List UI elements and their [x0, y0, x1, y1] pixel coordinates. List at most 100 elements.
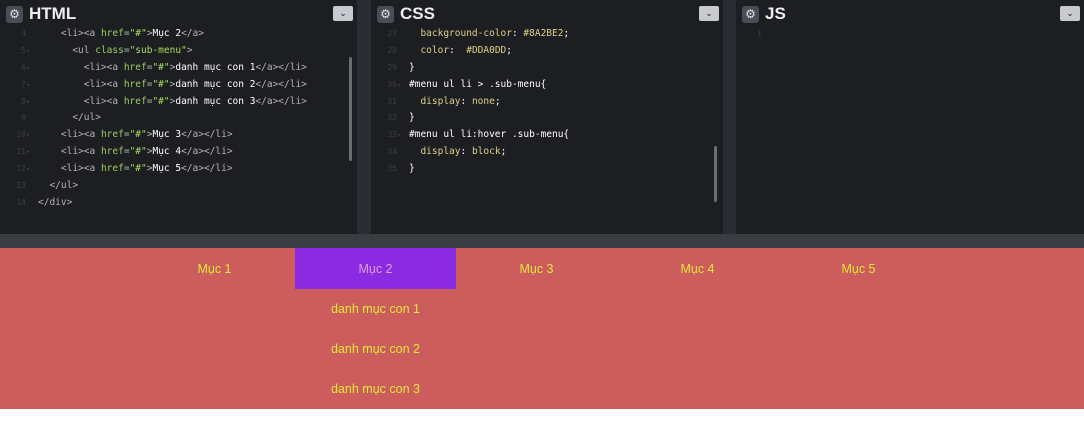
line-number: 1: [757, 29, 762, 38]
code-text: background-color: #8A2BE2;: [420, 28, 570, 39]
fold-arrow-icon: [26, 26, 38, 43]
html-code-editor[interactable]: 4 <li><a href="#">Mục 2</a> 5 ▾ <ul class=…: [0, 26, 357, 234]
html-panel: ⚙ HTML ⌄ 4 <li><a href="#">Mục 2</a> 5 ▾ <…: [0, 0, 357, 234]
line-number: 10: [16, 130, 26, 140]
line-number: 29: [387, 62, 397, 72]
js-code-editor[interactable]: 1: [736, 26, 1084, 234]
line-number: 5: [21, 45, 26, 55]
gear-icon[interactable]: ⚙: [6, 5, 23, 23]
html-scrollbar[interactable]: [349, 57, 352, 161]
chevron-down-icon[interactable]: ⌄: [333, 6, 353, 21]
menu-item-2[interactable]: Mục 2: [295, 248, 456, 289]
fold-arrow-icon: [397, 60, 409, 77]
code-text: }: [409, 112, 415, 124]
submenu-item-1[interactable]: danh mục con 1: [295, 289, 456, 329]
css-panel-title: CSS: [400, 4, 435, 23]
submenu-item-2[interactable]: danh mục con 2: [295, 329, 456, 369]
line-number: 33: [387, 130, 397, 140]
line-number: 9: [21, 113, 26, 123]
js-panel-header: ⚙ JS: [736, 0, 1084, 28]
code-text: <li><a href="#">danh mục con 2</a></li>: [83, 78, 307, 90]
line-number: 8: [21, 96, 26, 106]
line-number: 6: [21, 62, 26, 72]
fold-arrow-icon[interactable]: ▾: [26, 43, 38, 60]
resize-bar[interactable]: [0, 234, 1084, 248]
fold-arrow-icon: [26, 195, 38, 212]
code-line: 28 color: #DDA0DD;: [371, 43, 723, 60]
fold-arrow-icon: [397, 94, 409, 111]
menu-item-1[interactable]: Mục 1: [134, 248, 295, 289]
fold-arrow-icon[interactable]: ▾: [397, 127, 409, 144]
line-number: 35: [387, 164, 397, 174]
css-scrollbar[interactable]: [714, 146, 717, 202]
html-panel-title: HTML: [29, 4, 77, 23]
code-text: }: [409, 163, 415, 175]
fold-arrow-icon: [762, 26, 774, 43]
fold-arrow-icon: [26, 110, 38, 127]
menu-item-4[interactable]: Mục 4: [617, 248, 778, 289]
fold-arrow-icon: [397, 161, 409, 178]
css-panel-header: ⚙ CSS: [371, 0, 723, 28]
gear-icon[interactable]: ⚙: [377, 5, 394, 23]
code-line: 8 ▾ <li><a href="#">danh mục con 3</a></l…: [0, 94, 357, 111]
code-text: <li><a href="#">Mục 4</a></li>: [60, 146, 233, 158]
fold-arrow-icon[interactable]: ▾: [397, 77, 409, 94]
menu-item-5[interactable]: Mục 5: [778, 248, 939, 289]
line-number: 27: [387, 29, 397, 38]
code-line: 34 display: block;: [371, 144, 723, 161]
html-panel-header: ⚙ HTML: [0, 0, 357, 28]
code-line: 10 ▾ <li><a href="#">Mục 3</a></li>: [0, 127, 357, 144]
fold-arrow-icon[interactable]: ▾: [26, 144, 38, 161]
menu-item-label: Mục 3: [519, 261, 554, 276]
code-line: 32}: [371, 110, 723, 127]
fold-arrow-icon: [397, 26, 409, 43]
gear-icon[interactable]: ⚙: [742, 5, 759, 23]
code-line: 1: [736, 26, 1084, 43]
submenu-item-3[interactable]: danh mục con 3: [295, 369, 456, 409]
line-number: 11: [16, 147, 26, 157]
line-number: 12: [16, 164, 26, 174]
code-text: <li><a href="#">Mục 2</a>: [60, 28, 204, 39]
fold-arrow-icon: [397, 43, 409, 60]
line-number: 34: [387, 147, 397, 157]
line-number: 32: [387, 113, 397, 123]
menu-item-label: Mục 1: [197, 261, 232, 276]
css-panel: ⚙ CSS ⌄ 27 background-color: #8A2BE2; 28 …: [371, 0, 723, 234]
code-line: 4 <li><a href="#">Mục 2</a>: [0, 26, 357, 43]
codepen-editor: ⚙ HTML ⌄ 4 <li><a href="#">Mục 2</a> 5 ▾ <…: [0, 0, 1084, 446]
chevron-down-icon[interactable]: ⌄: [1060, 6, 1080, 21]
code-text: color: #DDA0DD;: [420, 44, 513, 56]
line-number: 4: [21, 29, 26, 38]
code-line: 14 </div>: [0, 195, 357, 212]
code-line: 27 background-color: #8A2BE2;: [371, 26, 723, 43]
css-code-editor[interactable]: 27 background-color: #8A2BE2; 28 color: #…: [371, 26, 723, 234]
code-text: <li><a href="#">danh mục con 1</a></li>: [83, 61, 307, 73]
chevron-down-icon[interactable]: ⌄: [699, 6, 719, 21]
code-text: </ul>: [49, 180, 79, 192]
preview-submenu: danh mục con 1 danh mục con 2 danh mục con…: [295, 289, 456, 409]
js-panel-title: JS: [765, 4, 786, 23]
fold-arrow-icon[interactable]: ▾: [26, 94, 38, 111]
fold-arrow-icon: [397, 110, 409, 127]
preview-pane: Mục 1 Mục 2 Mục 3 Mục 4 Mục 5 danh mục con 1…: [0, 248, 1084, 409]
code-line: 12 ▾ <li><a href="#">Mục 5</a></li>: [0, 161, 357, 178]
menu-item-3[interactable]: Mục 3: [456, 248, 617, 289]
line-number: 13: [16, 181, 26, 191]
fold-arrow-icon[interactable]: ▾: [26, 77, 38, 94]
fold-arrow-icon: [26, 178, 38, 195]
code-text: display: block;: [420, 146, 507, 158]
code-text: display: none;: [420, 95, 501, 107]
menu-item-label: Mục 5: [841, 261, 876, 276]
code-line: 35}: [371, 161, 723, 178]
fold-arrow-icon[interactable]: ▾: [26, 127, 38, 144]
code-text: <li><a href="#">danh mục con 3</a></li>: [83, 95, 307, 107]
fold-arrow-icon[interactable]: ▾: [26, 161, 38, 178]
code-text: <ul class="sub-menu">: [72, 44, 193, 56]
js-panel: ⚙ JS ⌄ 1: [736, 0, 1084, 234]
line-number: 30: [387, 79, 397, 89]
fold-arrow-icon[interactable]: ▾: [26, 60, 38, 77]
code-line: 33 ▾ #menu ul li:hover .sub-menu{: [371, 127, 723, 144]
code-line: 11 ▾ <li><a href="#">Mục 4</a></li>: [0, 144, 357, 161]
code-line: 5 ▾ <ul class="sub-menu">: [0, 43, 357, 60]
code-line: 13 </ul>: [0, 178, 357, 195]
